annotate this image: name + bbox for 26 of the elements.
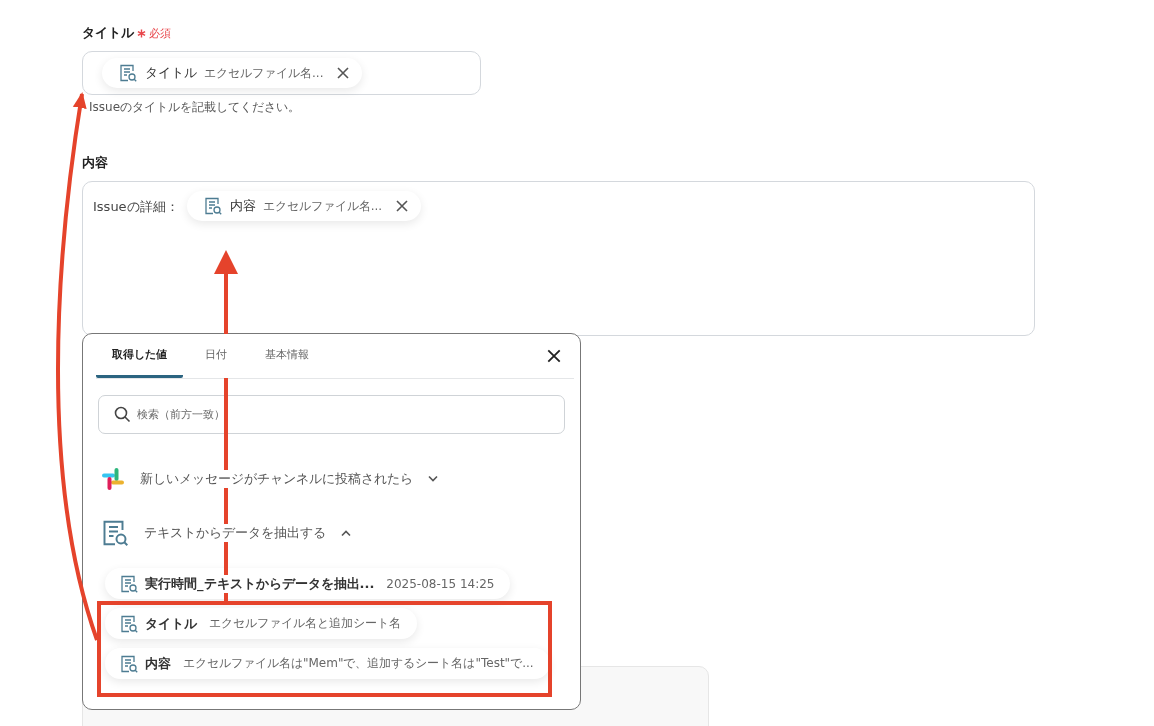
variable-chip[interactable]: 内容 エクセルファイル名... [186,191,422,221]
search-field[interactable]: 検索（前方一致） [98,395,565,434]
step-section[interactable]: テキストからデータを抽出する [83,506,580,560]
remove-icon[interactable] [336,66,351,80]
value-item[interactable]: タイトル エクセルファイル名と追加シート名 [105,608,417,639]
title-input-field[interactable]: タイトル エクセルファイル名... [82,51,481,95]
document-search-icon [119,613,139,634]
asterisk-icon [137,28,146,38]
search-icon [114,406,131,423]
chevron-up-icon [340,529,352,537]
document-search-icon [119,653,139,674]
variable-chip[interactable]: タイトル エクセルファイル名... [102,58,363,88]
value-item[interactable]: 内容 エクセルファイル名は"Mem"で、追加するシート名は"Test"で... [105,648,550,679]
value-item[interactable]: 実行時間_テキストからデータを抽出... 2025-08-15 14:25 [105,568,511,599]
help-text: Issueのタイトルを記載してください。 [89,99,302,116]
slack-icon [100,466,126,492]
document-search-icon [202,196,223,216]
required-label: 必須 [149,25,171,41]
chevron-down-icon [427,475,439,483]
field-text: Issueの詳細： [93,198,179,216]
step-section[interactable]: 新しいメッセージがチャンネルに投稿されたら [83,452,580,506]
field-label: タイトル [82,24,134,42]
field-label: 内容 [82,154,108,172]
document-search-icon [118,63,138,83]
remove-icon[interactable] [395,199,410,213]
document-search-icon [119,573,139,594]
